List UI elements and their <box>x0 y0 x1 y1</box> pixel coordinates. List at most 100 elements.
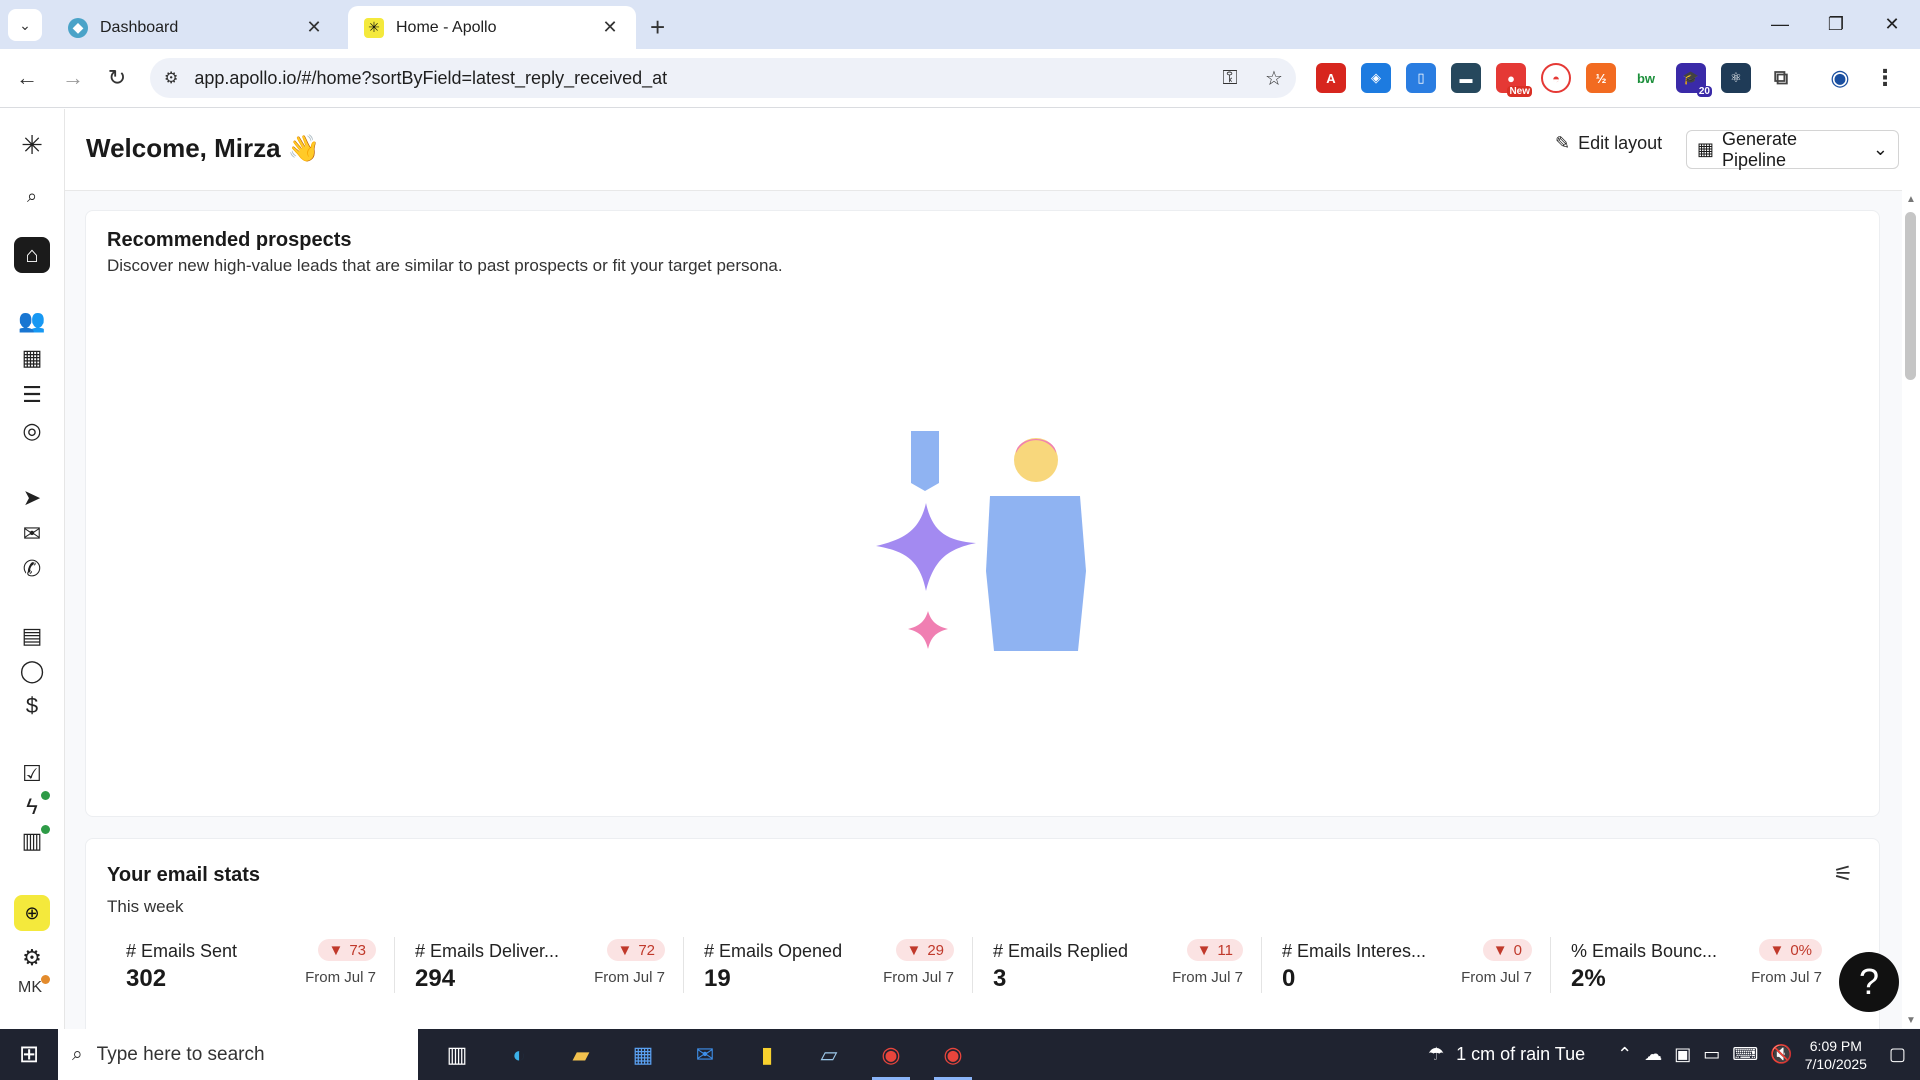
tab-search-chevron-icon[interactable]: ⌄ <box>8 9 42 41</box>
pokeball-extension-icon[interactable]: ◓ <box>1541 63 1571 93</box>
pink-sparkle-shape <box>908 611 948 649</box>
avatar[interactable]: MK <box>18 975 50 997</box>
tab-home-apollo[interactable]: ✳ Home - Apollo ✕ <box>348 6 636 49</box>
onedrive-cloud-icon[interactable]: ☁ <box>1644 1044 1662 1065</box>
weather-text[interactable]: 1 cm of rain Tue <box>1456 1044 1585 1065</box>
period-label: This week <box>107 897 184 916</box>
code-extension-icon[interactable]: ½ <box>1586 63 1616 93</box>
chevron-down-icon: ⌄ <box>1872 139 1888 159</box>
stat-delta-value: 72 <box>638 941 655 959</box>
reload-icon[interactable]: ↻ <box>104 65 130 91</box>
stat-delta-value: 11 <box>1217 941 1233 959</box>
taskbar-clock[interactable]: 6:09 PM 7/10/2025 <box>1805 1037 1867 1073</box>
deals-dollar-icon[interactable]: $ <box>18 692 46 720</box>
mail-icon[interactable]: ✉ <box>674 1029 736 1080</box>
page-scrollbar[interactable]: ▲ ▼ <box>1902 190 1920 1028</box>
file-explorer-icon[interactable]: ▰ <box>550 1029 612 1080</box>
meetings-calendar-icon[interactable]: ▤ <box>18 622 46 650</box>
windows-taskbar: ⊞ ⌕ Type here to search ▥ ◐ ▰ ▦ ✉ ▮ ▱ ◉ … <box>0 1029 1920 1080</box>
conversations-icon[interactable]: ◯ <box>18 657 46 685</box>
chevron-up-icon[interactable]: ⌃ <box>1617 1044 1632 1065</box>
graduation-extension-icon[interactable]: 🎓 20 <box>1676 63 1712 97</box>
taskbar-search[interactable]: ⌕ Type here to search <box>58 1029 418 1080</box>
react-extension-icon[interactable]: ⚛ <box>1721 63 1751 93</box>
table-icon: ▦ <box>1697 139 1715 159</box>
stat-value: 294 <box>415 965 456 992</box>
people-icon[interactable]: 👥 <box>18 307 46 335</box>
page-title: Welcome, Mirza 👋 <box>86 133 321 163</box>
filter-sliders-icon[interactable]: ⚟ <box>1833 861 1853 887</box>
notepad-icon[interactable]: ▱ <box>798 1029 860 1080</box>
network-icon[interactable]: ⌨ <box>1732 1044 1758 1065</box>
meet-now-icon[interactable]: ▣ <box>1674 1044 1691 1065</box>
stat-emails-replied[interactable]: # Emails Replied ▼ 11 3 From Jul 7 <box>973 937 1262 993</box>
stat-emails-delivered[interactable]: # Emails Deliver... ▼ 72 294 From Jul 7 <box>395 937 684 993</box>
sticky-notes-icon[interactable]: ▮ <box>736 1029 798 1080</box>
window-close-icon[interactable]: ✕ <box>1864 0 1920 49</box>
settings-gear-icon[interactable]: ⚙ <box>18 944 46 972</box>
emails-icon[interactable]: ✉ <box>18 520 46 548</box>
stat-emails-sent[interactable]: # Emails Sent ▼ 73 302 From Jul 7 <box>106 937 395 993</box>
puzzle-extension-icon[interactable]: ⧉ <box>1766 63 1796 93</box>
volume-muted-icon[interactable]: 🔇 <box>1770 1044 1792 1065</box>
close-icon[interactable]: ✕ <box>600 17 620 38</box>
bookmark-star-icon[interactable]: ☆ <box>1252 66 1296 91</box>
acrobat-icon[interactable]: A <box>1316 63 1346 93</box>
companies-building-icon[interactable]: ▦ <box>18 344 46 372</box>
clock-date: 7/10/2025 <box>1804 1055 1867 1072</box>
task-view-icon[interactable]: ▥ <box>426 1029 488 1080</box>
chrome-profile-icon[interactable]: ◉ <box>922 1029 984 1080</box>
browser-menu-icon[interactable]: ⋮ <box>1870 63 1900 93</box>
stat-emails-bounced[interactable]: % Emails Bounc... ▼ 0% 2% From Jul 7 <box>1551 937 1840 993</box>
workflows-lightning-icon[interactable]: ϟ <box>18 791 50 821</box>
chrome-icon[interactable]: ◉ <box>860 1029 922 1080</box>
forward-arrow-icon[interactable]: → <box>60 65 86 91</box>
url-text[interactable]: app.apollo.io/#/home?sortByField=latest_… <box>194 68 1208 89</box>
shield-extension-icon[interactable]: ◈ <box>1361 63 1391 93</box>
new-tab-plus-icon[interactable]: + <box>650 12 665 43</box>
clapper-extension-icon[interactable]: ▬ <box>1451 63 1481 93</box>
tasks-checkbox-icon[interactable]: ☑ <box>18 760 46 788</box>
scroll-thumb[interactable] <box>1905 212 1916 380</box>
back-arrow-icon[interactable]: ← <box>14 65 40 91</box>
password-key-icon[interactable]: ⚿ <box>1208 67 1252 90</box>
bw-extension-icon[interactable]: bw <box>1631 63 1661 93</box>
address-bar[interactable]: ⚙ app.apollo.io/#/home?sortByField=lates… <box>150 58 1296 98</box>
edit-layout-button[interactable]: ✎ Edit layout <box>1555 133 1662 154</box>
help-button[interactable]: ? <box>1839 952 1899 1012</box>
battery-icon[interactable]: ▭ <box>1703 1044 1720 1065</box>
search-icon[interactable]: ⌕ <box>18 182 46 210</box>
profile-icon[interactable]: ◉ <box>1825 63 1855 93</box>
tab-dashboard[interactable]: ◆ Dashboard ✕ <box>52 6 340 49</box>
home-icon[interactable]: ⌂ <box>14 237 50 273</box>
stat-emails-interested[interactable]: # Emails Interes... ▼ 0 0 From Jul 7 <box>1262 937 1551 993</box>
edge-icon[interactable]: ◐ <box>488 1029 550 1080</box>
restore-icon[interactable]: ❐ <box>1808 0 1864 49</box>
notifications-icon[interactable]: ▢ <box>1889 1044 1906 1065</box>
sequences-send-icon[interactable]: ➤ <box>18 484 46 512</box>
stat-delta-badge: ▼ 29 <box>896 939 954 961</box>
apollo-logo-icon[interactable]: ✳ <box>18 130 46 160</box>
close-icon[interactable]: ✕ <box>304 17 324 38</box>
taskbar-search-placeholder: Type here to search <box>96 1043 265 1065</box>
website-visitors-icon[interactable]: ◎ <box>18 417 46 445</box>
document-extension-icon[interactable]: ▯ <box>1406 63 1436 93</box>
site-info-icon[interactable]: ⚙ <box>164 68 178 88</box>
analytics-chart-icon[interactable]: ▥ <box>18 825 50 855</box>
new-badge-extension-icon[interactable]: ● New <box>1496 63 1532 97</box>
umbrella-weather-icon[interactable]: ☂ <box>1428 1044 1444 1065</box>
stat-emails-opened[interactable]: # Emails Opened ▼ 29 19 From Jul 7 <box>684 937 973 993</box>
generate-pipeline-button[interactable]: ▦ Generate Pipeline ⌄ <box>1686 129 1899 170</box>
store-icon[interactable]: ▦ <box>612 1029 674 1080</box>
lists-icon[interactable]: ☰ <box>18 381 46 409</box>
count-badge: 20 <box>1696 86 1712 97</box>
windows-start-icon[interactable]: ⊞ <box>0 1029 58 1080</box>
add-user-icon[interactable]: ⊕ <box>14 895 50 931</box>
stat-value: 2% <box>1571 965 1606 992</box>
scroll-up-arrow-icon[interactable]: ▲ <box>1906 194 1916 205</box>
stat-row: # Emails Sent ▼ 73 302 From Jul 7 # Emai… <box>106 937 1841 993</box>
calls-phone-icon[interactable]: ✆ <box>18 555 46 583</box>
extensions-bar: A ◈ ▯ ▬ ● New ◓ ½ bw 🎓 20 ⚛ ⧉ ◉ ⋮ <box>1316 63 1900 97</box>
scroll-down-arrow-icon[interactable]: ▼ <box>1906 1015 1916 1026</box>
minimize-icon[interactable]: — <box>1752 0 1808 49</box>
